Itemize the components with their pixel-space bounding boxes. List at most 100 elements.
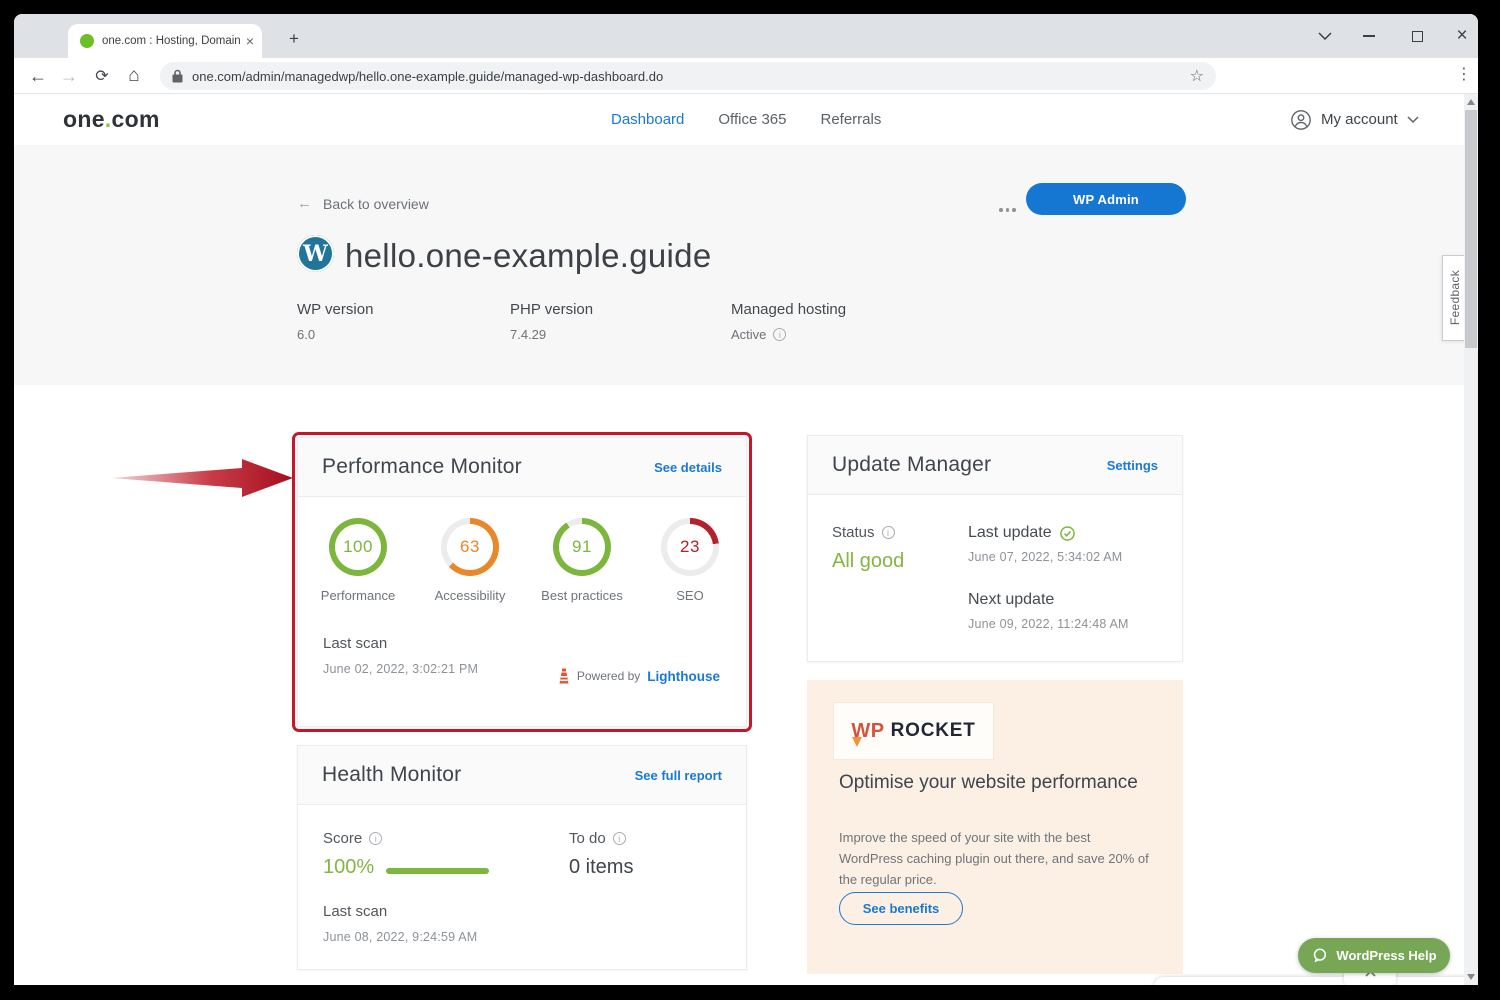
performance-monitor-card: Performance Monitor See details 100 Perf… bbox=[297, 437, 747, 727]
nav-dashboard[interactable]: Dashboard bbox=[611, 111, 684, 128]
meta-label: Managed hosting bbox=[731, 301, 846, 318]
window-maximize-icon[interactable] bbox=[1405, 26, 1429, 46]
promo-body: Improve the speed of your site with the … bbox=[839, 828, 1157, 890]
feedback-label: Feedback bbox=[1448, 270, 1462, 325]
card-header: Health Monitor See full report bbox=[298, 746, 746, 805]
annotation-arrow bbox=[110, 452, 294, 504]
back-arrow-icon: ← bbox=[297, 195, 312, 212]
scrollbar[interactable] bbox=[1464, 94, 1478, 985]
forward-icon[interactable]: → bbox=[56, 62, 82, 90]
powered-by-lighthouse: Powered by Lighthouse bbox=[558, 668, 720, 684]
gauge-ring: 23 bbox=[661, 518, 719, 576]
more-options-button[interactable] bbox=[995, 204, 1020, 216]
site-header: one.com Dashboard Office 365 Referrals M… bbox=[14, 94, 1478, 145]
back-icon[interactable]: ← bbox=[25, 62, 51, 90]
score-label: Score bbox=[323, 830, 382, 847]
nav-office365[interactable]: Office 365 bbox=[718, 111, 786, 128]
last-scan-value: June 08, 2022, 9:24:59 AM bbox=[323, 930, 477, 944]
gauge-seo: 23 SEO bbox=[642, 518, 738, 603]
wp-rocket-wp: WP bbox=[851, 720, 884, 743]
new-tab-button[interactable]: + bbox=[282, 28, 306, 52]
gauge-label: Best practices bbox=[541, 588, 623, 603]
browser-window: one.com : Hosting, Domain, Emai × + × ← … bbox=[14, 14, 1478, 985]
update-manager-title: Update Manager bbox=[832, 453, 991, 477]
status-label: Status bbox=[832, 524, 895, 541]
home-icon[interactable]: ⌂ bbox=[121, 62, 147, 90]
gauge-label: Accessibility bbox=[435, 588, 506, 603]
last-update-value: June 07, 2022, 5:34:02 AM bbox=[968, 550, 1122, 564]
meta-value: 6.0 bbox=[297, 327, 373, 342]
tab-strip: one.com : Hosting, Domain, Emai × + × bbox=[14, 14, 1478, 58]
check-circle-icon bbox=[1060, 526, 1075, 541]
card-header: Update Manager Settings bbox=[808, 436, 1182, 495]
meta-value: 7.4.29 bbox=[510, 327, 593, 342]
browser-toolbar: ← → ⟳ ⌂ one.com/admin/managedwp/hello.on… bbox=[14, 58, 1478, 94]
gauge-label: SEO bbox=[676, 588, 703, 603]
logo-pre: one bbox=[63, 106, 105, 132]
promo-heading: Optimise your website performance bbox=[839, 770, 1139, 796]
hero-section: ← Back to overview WP Admin W hello.one-… bbox=[14, 145, 1478, 385]
score-value: 100% bbox=[323, 856, 374, 879]
next-update-value: June 09, 2022, 11:24:48 AM bbox=[968, 617, 1129, 631]
reload-icon[interactable]: ⟳ bbox=[89, 62, 115, 90]
back-to-overview-link[interactable]: ← Back to overview bbox=[297, 195, 429, 212]
see-details-link[interactable]: See details bbox=[654, 460, 722, 475]
my-account-menu[interactable]: My account bbox=[1290, 94, 1419, 145]
gauge-ring: 63 bbox=[441, 518, 499, 576]
info-icon[interactable] bbox=[613, 832, 626, 845]
screenshot-root: one.com : Hosting, Domain, Emai × + × ← … bbox=[0, 0, 1500, 1000]
last-scan-label: Last scan bbox=[323, 635, 387, 652]
browser-tab[interactable]: one.com : Hosting, Domain, Emai × bbox=[68, 24, 262, 58]
favicon-icon bbox=[80, 34, 94, 48]
status-value: All good bbox=[832, 550, 904, 573]
see-benefits-button[interactable]: See benefits bbox=[839, 892, 963, 925]
lighthouse-link[interactable]: Lighthouse bbox=[647, 669, 720, 684]
update-manager-card: Update Manager Settings Status All good … bbox=[807, 435, 1183, 662]
info-icon[interactable] bbox=[369, 832, 382, 845]
scrollbar-thumb[interactable] bbox=[1465, 110, 1477, 348]
wp-rocket-promo-card: WP ROCKET Optimise your website performa… bbox=[807, 680, 1183, 974]
wordpress-help-button[interactable]: WordPress Help bbox=[1298, 938, 1450, 973]
health-monitor-card: Health Monitor See full report Score 100… bbox=[297, 745, 747, 970]
meta-php-version: PHP version 7.4.29 bbox=[510, 301, 593, 342]
window-chevron-icon[interactable] bbox=[1313, 26, 1337, 46]
powered-by-label: Powered by bbox=[577, 669, 640, 683]
url-text: one.com/admin/managedwp/hello.one-exampl… bbox=[192, 69, 1190, 84]
chevron-down-icon bbox=[1407, 116, 1419, 123]
info-icon[interactable] bbox=[882, 526, 895, 539]
wp-rocket-logo: WP ROCKET bbox=[833, 702, 994, 760]
help-label: WordPress Help bbox=[1336, 948, 1436, 963]
settings-link[interactable]: Settings bbox=[1107, 458, 1158, 473]
logo-dot: . bbox=[105, 106, 112, 132]
last-scan-value: June 02, 2022, 3:02:21 PM bbox=[323, 662, 478, 676]
window-close-icon[interactable]: × bbox=[1450, 26, 1474, 46]
browser-menu-icon[interactable]: ⋮ bbox=[1456, 64, 1472, 84]
chat-bubble-icon bbox=[1311, 947, 1328, 964]
gauge-ring: 91 bbox=[553, 518, 611, 576]
meta-managed-hosting: Managed hosting Active bbox=[731, 301, 846, 342]
info-icon[interactable] bbox=[773, 328, 786, 341]
next-update-label: Next update bbox=[968, 591, 1054, 609]
see-full-report-link[interactable]: See full report bbox=[635, 768, 722, 783]
scroll-down-icon[interactable] bbox=[1467, 974, 1475, 980]
tab-close-icon[interactable]: × bbox=[246, 34, 254, 48]
todo-label: To do bbox=[569, 830, 626, 847]
scroll-up-icon[interactable] bbox=[1467, 99, 1475, 105]
meta-wp-version: WP version 6.0 bbox=[297, 301, 373, 342]
onecom-logo[interactable]: one.com bbox=[63, 106, 160, 133]
url-bar[interactable]: one.com/admin/managedwp/hello.one-exampl… bbox=[160, 62, 1216, 90]
account-label: My account bbox=[1321, 111, 1398, 128]
back-label: Back to overview bbox=[323, 196, 429, 212]
health-monitor-title: Health Monitor bbox=[322, 763, 461, 787]
gauge-accessibility: 63 Accessibility bbox=[422, 518, 518, 603]
card-header: Performance Monitor See details bbox=[298, 438, 746, 497]
lighthouse-icon bbox=[558, 668, 570, 684]
wp-admin-button[interactable]: WP Admin bbox=[1026, 183, 1186, 215]
score-progress-bar bbox=[386, 868, 489, 874]
bookmark-star-icon[interactable]: ☆ bbox=[1190, 66, 1204, 86]
meta-label: WP version bbox=[297, 301, 373, 318]
window-minimize-icon[interactable] bbox=[1357, 26, 1381, 46]
logo-post: com bbox=[112, 106, 160, 132]
nav-referrals[interactable]: Referrals bbox=[821, 111, 882, 128]
todo-value: 0 items bbox=[569, 856, 633, 879]
